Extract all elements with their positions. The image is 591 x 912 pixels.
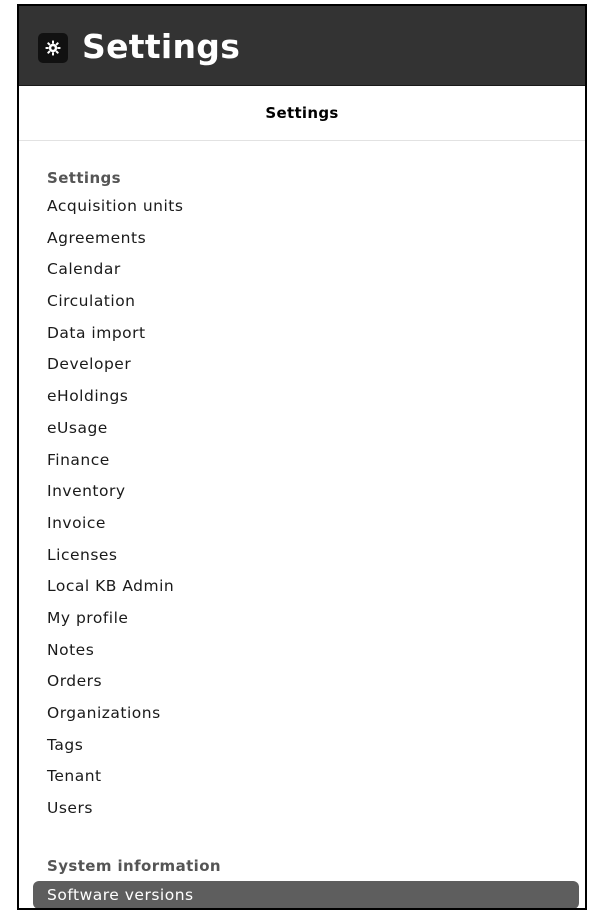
- section-label-system-information: System information: [47, 857, 222, 875]
- nav-item-software-versions[interactable]: Software versions: [33, 881, 579, 908]
- settings-nav-list: Acquisition units Agreements Calendar Ci…: [19, 191, 585, 825]
- nav-item-tenant[interactable]: Tenant: [19, 761, 585, 793]
- nav-item-my-profile[interactable]: My profile: [19, 603, 585, 635]
- nav-item-eholdings[interactable]: eHoldings: [19, 381, 585, 413]
- nav-item-licenses[interactable]: Licenses: [19, 540, 585, 572]
- nav-item-tags[interactable]: Tags: [19, 730, 585, 762]
- app-title: Settings: [82, 27, 241, 66]
- pane-title: Settings: [265, 104, 339, 122]
- nav-item-data-import[interactable]: Data import: [19, 318, 585, 350]
- nav-item-users[interactable]: Users: [19, 793, 585, 825]
- settings-window: Settings Settings Settings Acquisition u…: [17, 4, 587, 910]
- nav-item-notes[interactable]: Notes: [19, 635, 585, 667]
- nav-item-orders[interactable]: Orders: [19, 666, 585, 698]
- nav-item-agreements[interactable]: Agreements: [19, 223, 585, 255]
- nav-item-organizations[interactable]: Organizations: [19, 698, 585, 730]
- nav-item-developer[interactable]: Developer: [19, 349, 585, 381]
- app-header: Settings: [19, 6, 585, 86]
- nav-item-local-kb-admin[interactable]: Local KB Admin: [19, 571, 585, 603]
- nav-item-eusage[interactable]: eUsage: [19, 413, 585, 445]
- gear-icon: [38, 33, 68, 63]
- nav-item-acquisition-units[interactable]: Acquisition units: [19, 191, 585, 223]
- nav-item-finance[interactable]: Finance: [19, 445, 585, 477]
- nav-item-calendar[interactable]: Calendar: [19, 254, 585, 286]
- nav-item-invoice[interactable]: Invoice: [19, 508, 585, 540]
- system-info-nav-list: Software versions: [19, 881, 585, 908]
- nav-item-inventory[interactable]: Inventory: [19, 476, 585, 508]
- nav-item-circulation[interactable]: Circulation: [19, 286, 585, 318]
- section-label-settings: Settings: [47, 169, 122, 187]
- pane-header: Settings: [19, 86, 585, 141]
